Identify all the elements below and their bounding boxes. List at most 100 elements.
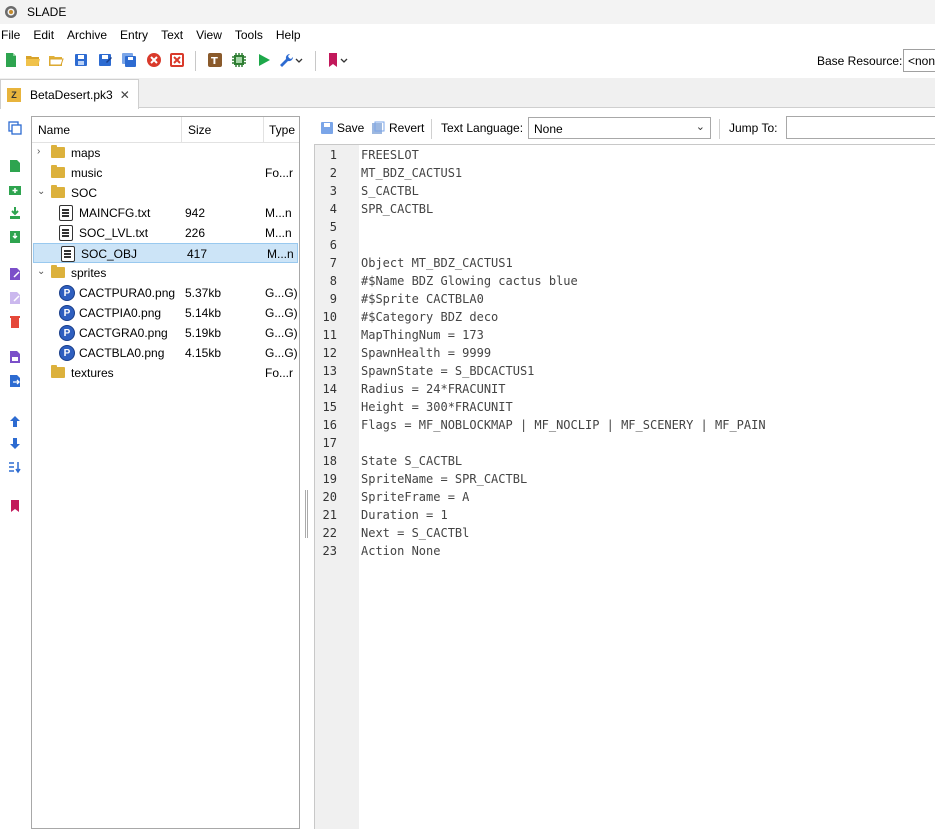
run-icon[interactable] [256,52,272,68]
entry-tree[interactable]: Name Size Type › maps music Fo...r ⌄ SOC MAINC… [31,116,300,829]
code-line[interactable]: S_CACTBL [361,184,419,198]
sort-icon[interactable] [8,460,22,474]
code-line[interactable]: Duration = 1 [361,508,448,522]
menu-view[interactable]: View [196,28,222,42]
move-down-icon[interactable] [8,437,22,451]
menu-edit[interactable]: Edit [33,28,54,42]
tree-entry-row[interactable]: SOC_OBJ 417 M...n [33,243,298,263]
rename-disabled-icon[interactable] [8,291,22,305]
folder-icon [51,265,65,278]
column-divider[interactable] [181,117,182,143]
column-name-header[interactable]: Name [38,123,70,137]
code-line[interactable]: Flags = MF_NOBLOCKMAP | MF_NOCLIP | MF_S… [361,418,766,432]
script-icon[interactable]: T [207,52,223,68]
tab-betadesert[interactable]: Z BetaDesert.pk3 ✕ [0,79,139,109]
close-icon[interactable] [146,52,162,68]
code-line[interactable]: Next = S_CACTBl [361,526,469,540]
tree-entry-row[interactable]: P CACTGRA0.png 5.19kb G...G) [32,323,299,343]
column-divider[interactable] [263,117,264,143]
tree-entry-row[interactable]: MAINCFG.txt 942 M...n [32,203,299,223]
text-language-select[interactable]: None ⌄ [528,117,711,139]
column-size-header[interactable]: Size [188,123,211,137]
bookmark-icon[interactable] [327,52,351,68]
line-number-gutter: 1 2 3 4 5 6 7 8 9 10 11 12 13 14 15 16 17 18 19 20 21 22 23 [315,145,359,829]
import-files-icon[interactable] [8,230,22,244]
move-up-icon[interactable] [8,414,22,428]
editor-toolbar-separator [719,119,720,139]
save-icon[interactable] [73,52,89,68]
tree-folder-row[interactable]: ⌄ sprites [32,263,299,283]
text-editor[interactable]: 1 2 3 4 5 6 7 8 9 10 11 12 13 14 15 16 17 18 19 20 21 22 23 FR… [314,144,935,829]
code-line[interactable]: FREESLOT [361,148,419,162]
collapse-arrow-icon[interactable]: ⌄ [37,186,45,197]
entry-name: CACTPURA0.png [79,286,176,300]
bookmark-side-icon[interactable] [8,499,22,513]
archive-tab-bar: Z BetaDesert.pk3 ✕ [0,78,935,109]
line-number: 19 [322,472,337,486]
toolbar-separator [195,51,196,71]
menu-help[interactable]: Help [276,28,301,42]
code-line[interactable]: Action None [361,544,440,558]
import-icon[interactable] [8,206,22,220]
code-line[interactable]: Radius = 24*FRACUNIT [361,382,506,396]
tab-close-icon[interactable]: ✕ [120,88,130,102]
export-as-icon[interactable] [8,374,22,388]
rename-icon[interactable] [8,267,22,281]
new-archive-icon[interactable] [3,52,19,68]
entry-size: 942 [185,206,206,220]
map-editor-icon[interactable] [231,52,247,68]
menu-text[interactable]: Text [161,28,183,42]
column-type-header[interactable]: Type [269,123,295,137]
wrench-icon[interactable] [279,52,303,68]
export-icon[interactable] [8,350,22,364]
base-resource-select[interactable]: <none> [903,49,935,72]
tree-folder-row[interactable]: music Fo...r [32,163,299,183]
expand-arrow-icon[interactable]: › [37,146,40,157]
menu-file[interactable]: File [1,28,20,42]
code-line[interactable]: SpriteFrame = A [361,490,469,504]
save-button[interactable]: Save [337,121,364,135]
jump-to-select[interactable] [786,116,935,139]
tree-entry-row[interactable]: P CACTBLA0.png 4.15kb G...G) [32,343,299,363]
tree-entry-row[interactable]: SOC_LVL.txt 226 M...n [32,223,299,243]
tree-folder-row[interactable]: › maps [32,143,299,163]
collapse-all-icon[interactable] [8,121,22,135]
menu-archive[interactable]: Archive [67,28,107,42]
code-line[interactable]: Object MT_BDZ_CACTUS1 [361,256,513,270]
code-line[interactable]: MT_BDZ_CACTUS1 [361,166,462,180]
slade-app-icon [5,6,17,18]
line-number: 1 [329,148,337,162]
open-dir-icon[interactable] [48,52,64,68]
code-line[interactable]: #$Category BDZ deco [361,310,498,324]
save-entry-icon[interactable] [320,121,334,135]
code-line[interactable]: Height = 300*FRACUNIT [361,400,513,414]
line-number: 18 [322,454,337,468]
code-line[interactable]: #$Name BDZ Glowing cactus blue [361,274,578,288]
delete-icon[interactable] [8,315,22,329]
new-folder-icon[interactable] [8,183,22,197]
revert-icon[interactable] [371,121,385,135]
save-as-icon[interactable] [97,52,113,68]
panel-splitter-handle[interactable] [305,490,308,538]
entry-name: music [71,166,103,180]
new-entry-icon[interactable] [8,159,22,173]
tree-folder-row[interactable]: textures Fo...r [32,363,299,383]
collapse-arrow-icon[interactable]: ⌄ [37,266,45,277]
code-line[interactable]: SpawnState = S_BDCACTUS1 [361,364,534,378]
code-line[interactable]: SPR_CACTBL [361,202,433,216]
code-line[interactable]: SpriteName = SPR_CACTBL [361,472,527,486]
close-all-icon[interactable] [169,52,185,68]
code-line[interactable]: MapThingNum = 173 [361,328,484,342]
revert-button[interactable]: Revert [389,121,424,135]
menu-bar: File Edit Archive Entry Text View Tools … [0,25,314,45]
tree-entry-row[interactable]: P CACTPIA0.png 5.14kb G...G) [32,303,299,323]
tree-entry-row[interactable]: P CACTPURA0.png 5.37kb G...G) [32,283,299,303]
menu-entry[interactable]: Entry [120,28,148,42]
code-line[interactable]: #$Sprite CACTBLA0 [361,292,484,306]
code-line[interactable]: State S_CACTBL [361,454,462,468]
menu-tools[interactable]: Tools [235,28,263,42]
open-archive-icon[interactable] [25,52,41,68]
save-all-icon[interactable] [121,52,137,68]
tree-folder-row[interactable]: ⌄ SOC [32,183,299,203]
code-line[interactable]: SpawnHealth = 9999 [361,346,491,360]
